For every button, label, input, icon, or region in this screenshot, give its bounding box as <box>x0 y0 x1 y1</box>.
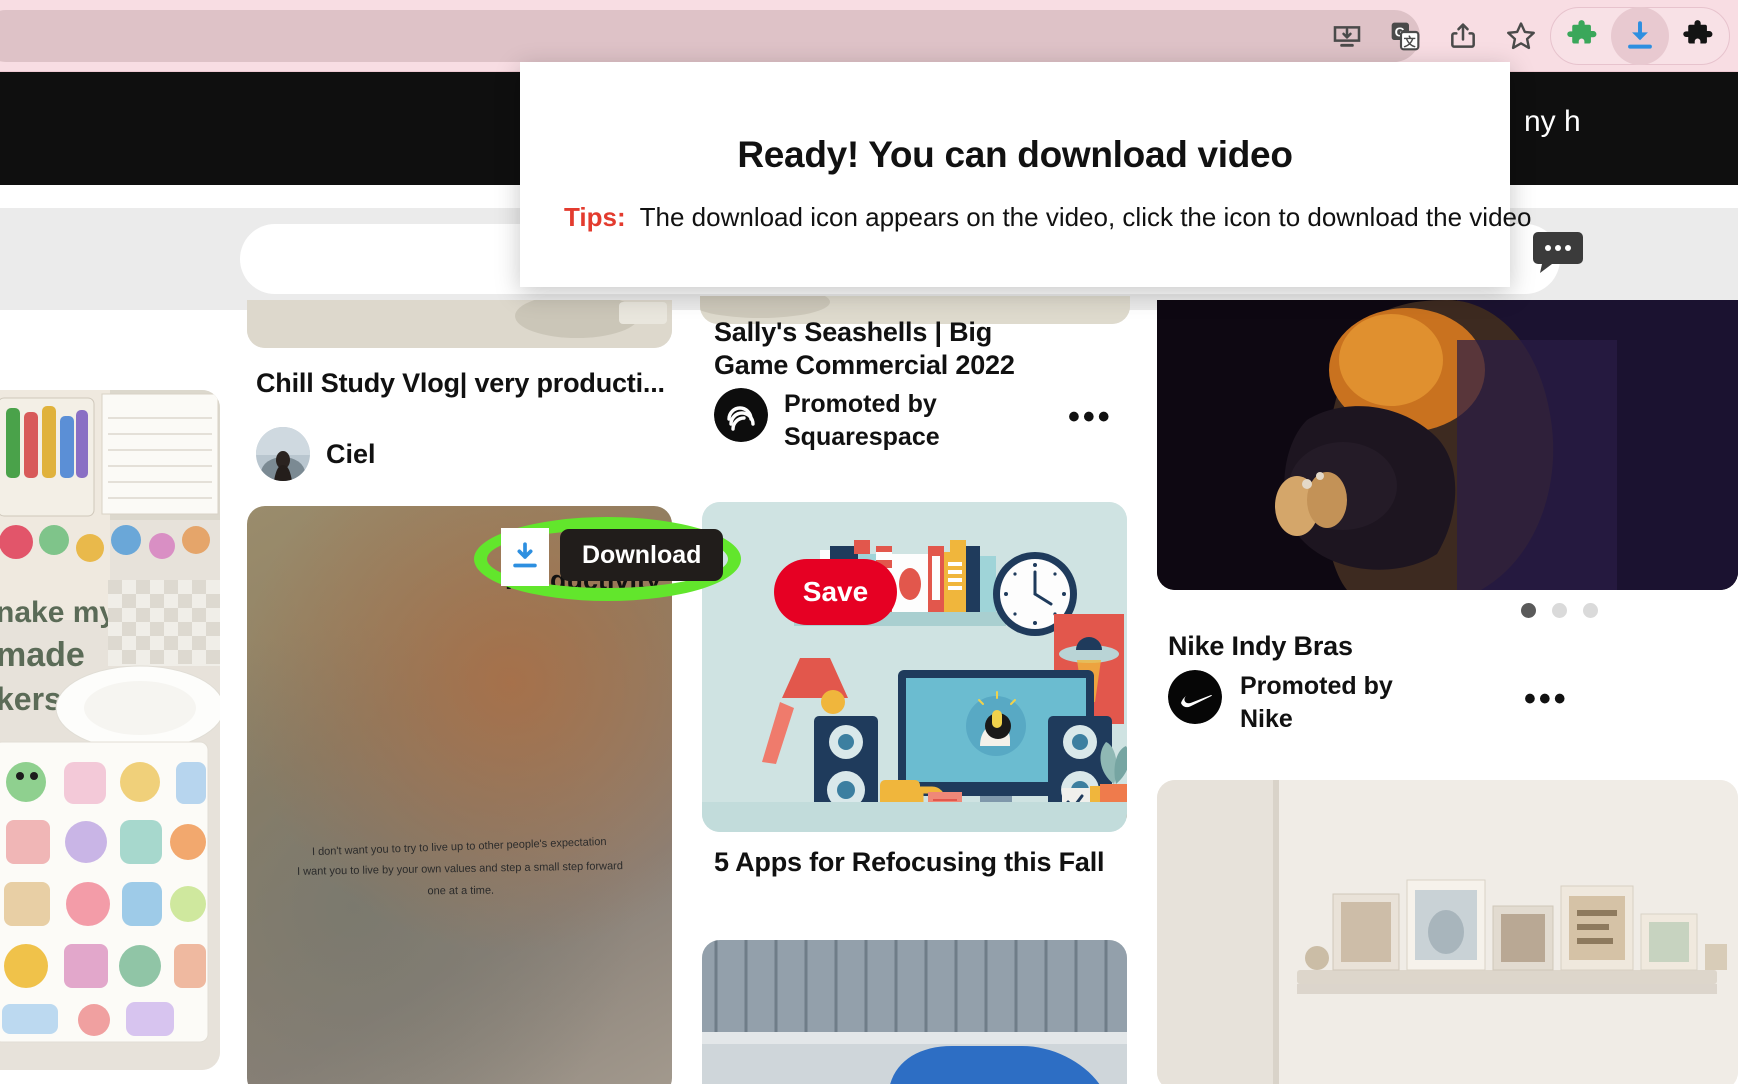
promoted-prefix: Promoted by <box>784 390 937 418</box>
carousel-dot-2[interactable] <box>1552 603 1567 618</box>
carousel-dot-3[interactable] <box>1583 603 1598 618</box>
pin-title-nike-indy-bras: Nike Indy Bras <box>1168 631 1353 661</box>
page-header-partial-text: ny h <box>1524 105 1581 138</box>
pin-image-nike-model[interactable] <box>1157 300 1738 590</box>
pin-promoted-row-squarespace[interactable]: Promoted by Squarespace <box>714 388 940 453</box>
screenshot-root: ny h nake my made kers Chill Study Vlog|… <box>0 0 1738 1084</box>
popup-tips-row: Tips: The download icon appears on the v… <box>564 202 1531 233</box>
pin-image-car[interactable] <box>702 940 1127 1084</box>
download-arrow-icon[interactable] <box>501 528 549 586</box>
extensions-group <box>1550 7 1730 65</box>
share-icon[interactable] <box>1434 7 1492 65</box>
pin-title-5-apps: 5 Apps for Refocusing this Fall <box>714 847 1105 877</box>
svg-text:made: made <box>0 636 85 674</box>
chat-bubble-icon[interactable] <box>1532 228 1584 276</box>
pin-image-stickers[interactable]: nake my made kers <box>0 390 220 1070</box>
svg-text:nake my: nake my <box>0 596 116 629</box>
carousel-indicator[interactable] <box>1521 603 1598 618</box>
carousel-dot-1[interactable] <box>1521 603 1536 618</box>
promoted-label-squarespace: Promoted by Squarespace <box>784 388 940 453</box>
popup-tips-label: Tips: <box>564 202 626 232</box>
pin-author-name: Ciel <box>326 438 376 469</box>
nike-swoosh-logo <box>1168 670 1222 724</box>
promoted-brand: Nike <box>1240 704 1293 733</box>
pin-title-sallys-seashells: Sally's Seashells | Big Game Commercial … <box>714 317 1015 380</box>
ciel-avatar <box>256 427 310 481</box>
bookmark-star-icon[interactable] <box>1492 7 1550 65</box>
pin-title-chill-study-vlog: Chill Study Vlog| very producti... <box>256 368 665 398</box>
promoted-prefix: Promoted by <box>1240 672 1393 700</box>
promoted-brand: Squarespace <box>784 422 940 451</box>
pin-quote-text: I don't want you to try to live up to ot… <box>293 830 625 907</box>
install-app-icon[interactable] <box>1318 7 1376 65</box>
pin-image-chill-study-vlog[interactable] <box>247 300 672 348</box>
quote-line-3: one at a time. <box>426 884 494 898</box>
svg-text:文: 文 <box>1404 34 1417 49</box>
download-tooltip: Download <box>560 529 724 581</box>
svg-text:kers: kers <box>0 681 62 717</box>
pin-author-row[interactable]: Ciel <box>256 427 376 481</box>
omnibox[interactable] <box>0 10 1420 62</box>
pin-image-5-apps[interactable] <box>702 502 1127 832</box>
pin-grid: nake my made kers Chill Study Vlog| very… <box>0 296 1738 1084</box>
popup-tips-text: The download icon appears on the video, … <box>639 202 1532 232</box>
extensions-puzzle-icon[interactable] <box>1669 7 1727 65</box>
popup-title: Ready! You can download video <box>737 134 1293 175</box>
pin-overflow-menu-nike[interactable]: ••• <box>1524 682 1569 716</box>
pin-promoted-row-nike[interactable]: Promoted by Nike <box>1168 670 1393 735</box>
pin-overflow-menu-squarespace[interactable]: ••• <box>1068 400 1113 434</box>
translate-icon[interactable]: G 文 <box>1376 7 1434 65</box>
promoted-label-nike: Promoted by Nike <box>1240 670 1393 735</box>
extension-popup-panel: Ready! You can download video Tips: The … <box>520 62 1531 287</box>
pin-image-shelf-interior[interactable] <box>1157 780 1738 1084</box>
video-downloader-extension-icon[interactable] <box>1611 7 1669 65</box>
save-button[interactable]: Save <box>774 559 897 625</box>
green-puzzle-extension-icon[interactable] <box>1553 7 1611 65</box>
squarespace-logo <box>714 388 768 442</box>
